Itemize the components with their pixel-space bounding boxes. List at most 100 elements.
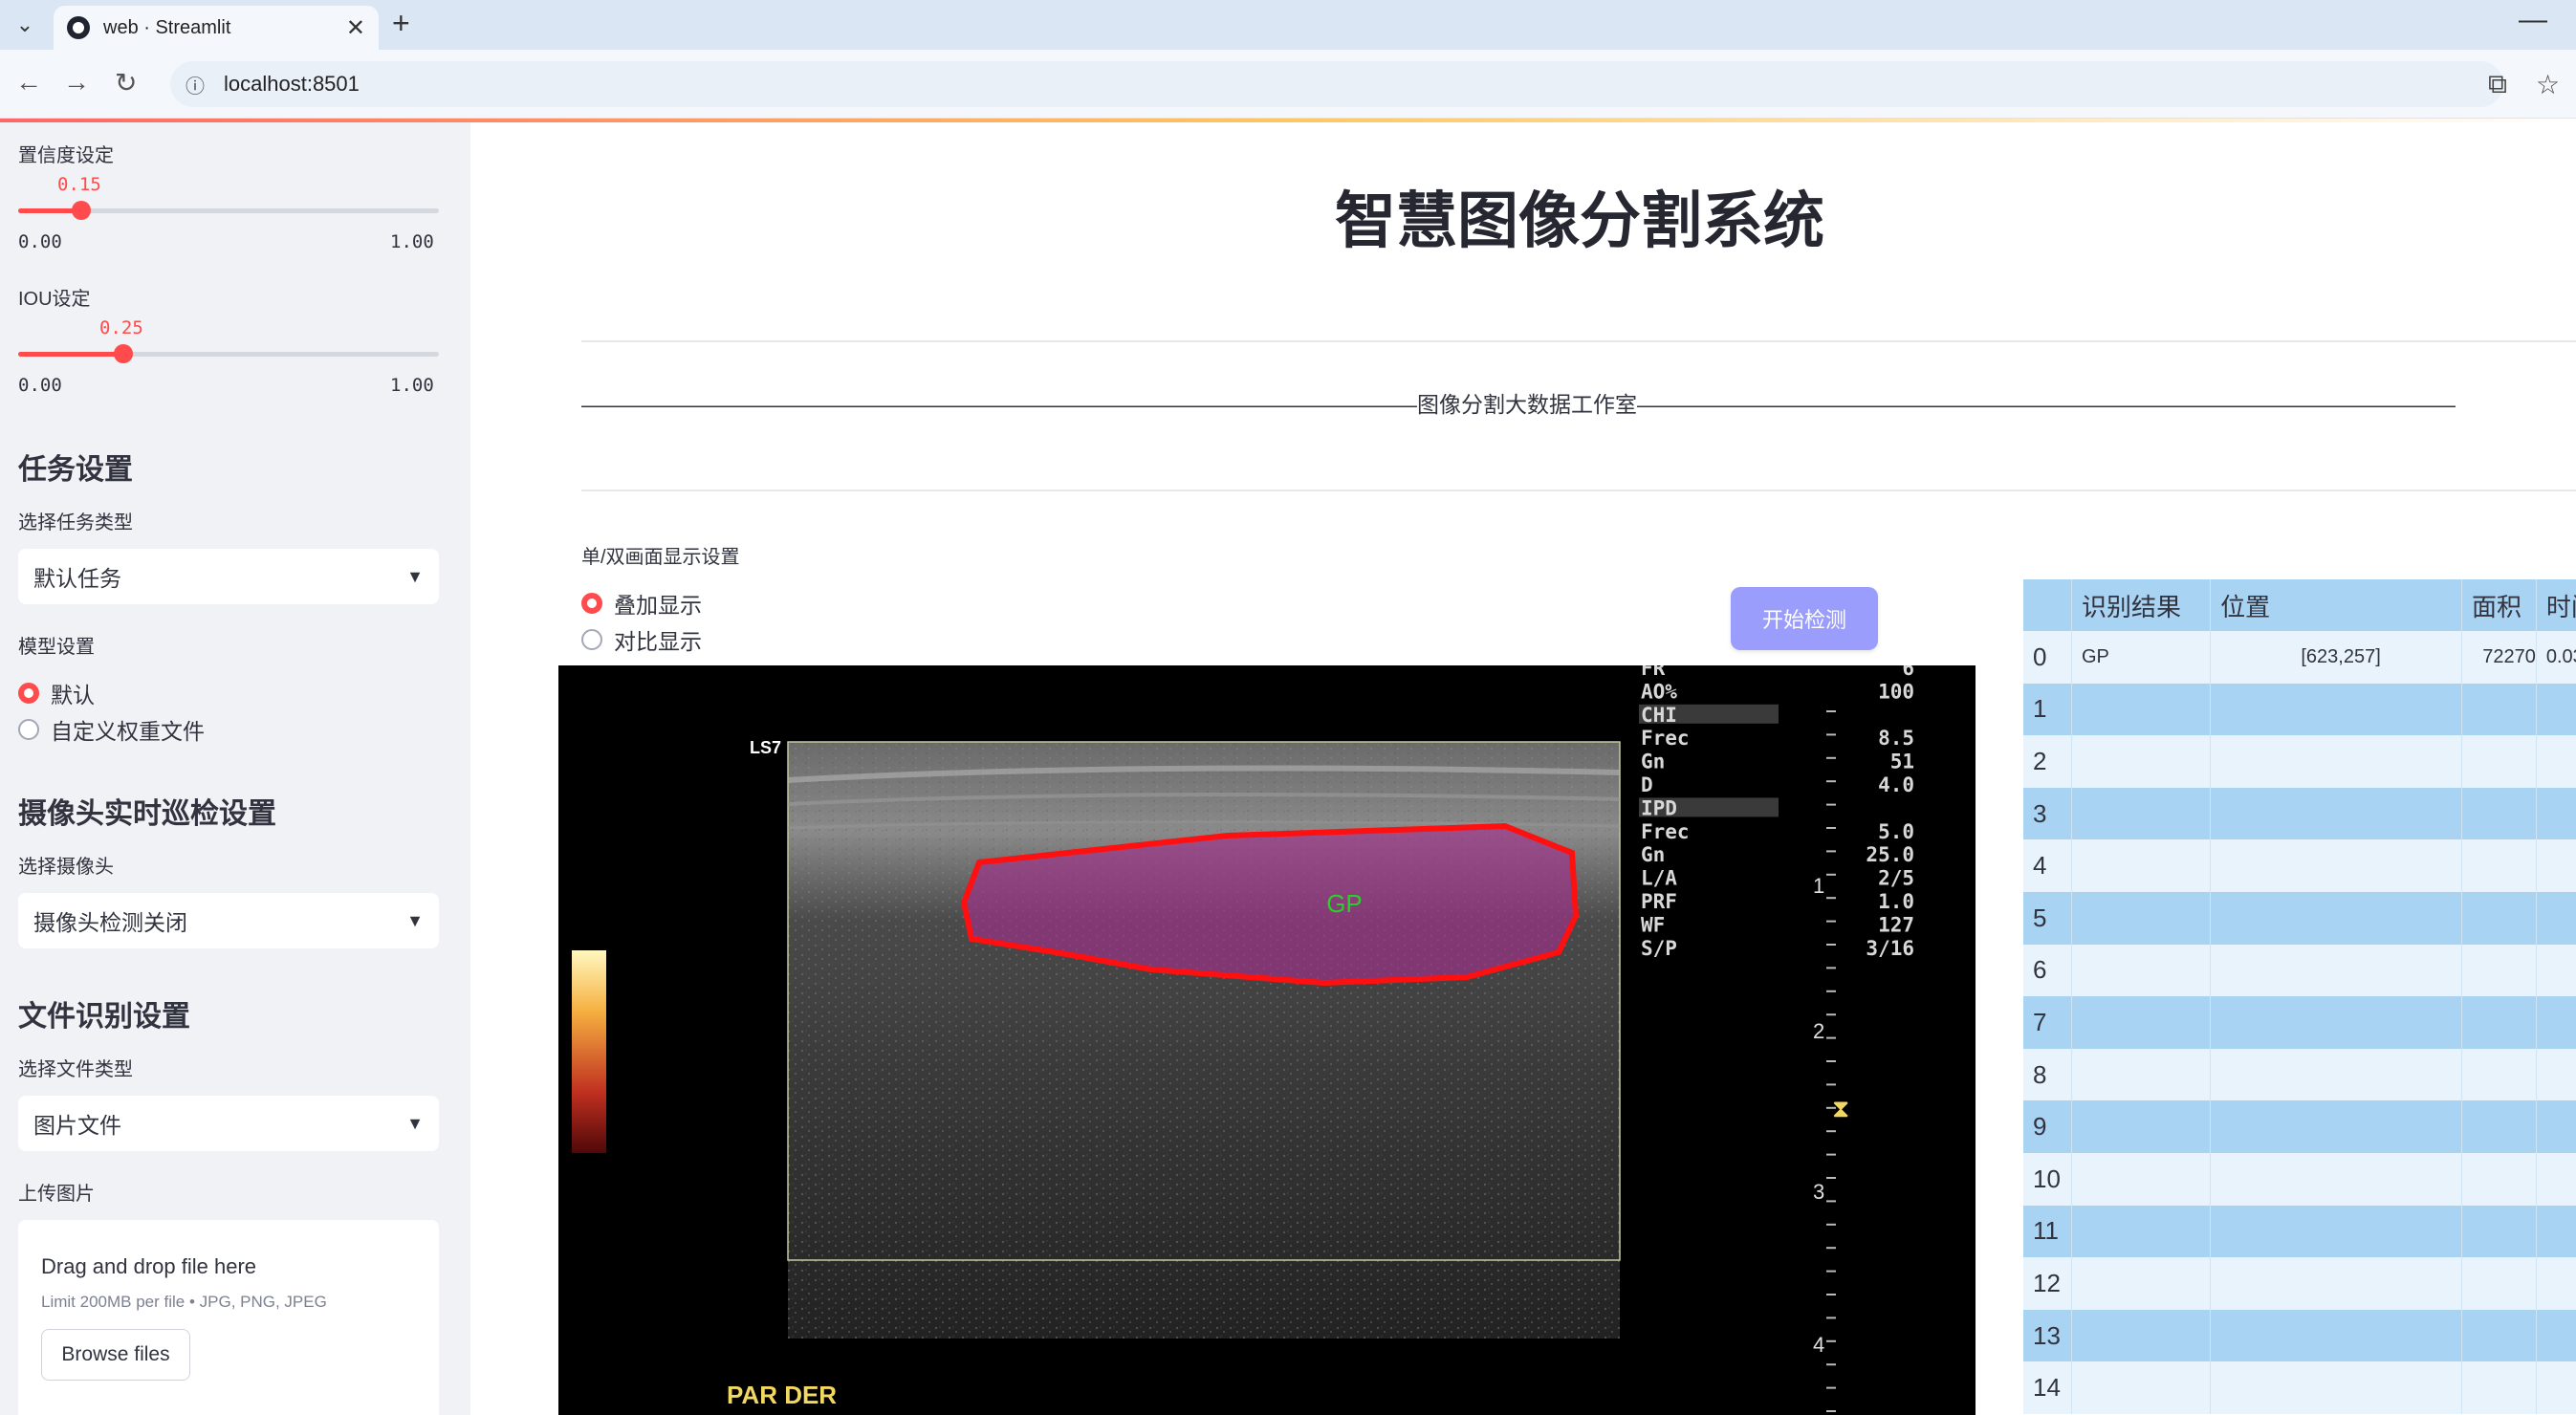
column-header[interactable]: 识别结果 [2071, 579, 2212, 631]
table-cell [2461, 1309, 2537, 1362]
ultrasound-scan: GP LS7 PAR DER FR 6AO% 100CHIFrec 8.5Gn 51D 4… [558, 665, 1976, 1415]
streamlit-favicon-icon [67, 16, 90, 39]
iou-slider-thumb[interactable] [114, 344, 133, 363]
table-row[interactable]: 2 [2023, 735, 2576, 788]
radio-unselected-icon[interactable] [18, 719, 39, 740]
model-option-default[interactable]: 默认 [18, 677, 95, 709]
task-type-select[interactable]: 默认任务 ▼ [18, 549, 439, 604]
display-option-compare[interactable]: 对比显示 [581, 623, 702, 656]
table-row[interactable]: 1 [2023, 683, 2576, 736]
table-row[interactable]: 13 [2023, 1309, 2576, 1362]
table-cell [2071, 735, 2212, 788]
scan-param-key: CHI [1641, 704, 1677, 727]
index-header [2023, 579, 2072, 631]
column-header[interactable]: 时间 [2536, 579, 2576, 631]
window-minimize-icon[interactable]: — [2519, 4, 2547, 36]
bookmark-star-icon[interactable]: ☆ [2536, 69, 2560, 100]
scan-param-value: 2/5 [1878, 867, 1914, 890]
confidence-slider[interactable] [18, 201, 439, 220]
model-option-label: 默认 [51, 683, 95, 708]
camera-value: 摄像头检测关闭 [33, 910, 187, 935]
url-field[interactable]: ⓘ localhost:8501 [170, 61, 2503, 107]
color-scale-bar [572, 950, 606, 1153]
table-cell [2210, 839, 2463, 892]
scan-param-key: WF [1641, 913, 1665, 936]
table-row[interactable]: 14 [2023, 1361, 2576, 1414]
confidence-min: 0.00 [18, 231, 62, 252]
row-index: 5 [2023, 891, 2072, 945]
radio-unselected-icon[interactable] [581, 629, 602, 650]
radio-selected-icon[interactable] [18, 683, 39, 704]
column-header[interactable]: 位置 [2210, 579, 2463, 631]
depth-mark-label: 1 [1813, 874, 1824, 898]
table-cell [2461, 996, 2537, 1049]
table-row[interactable]: 0GP[623,257]722700.03 [2023, 631, 2576, 684]
table-row[interactable]: 9 [2023, 1100, 2576, 1153]
column-header[interactable]: 面积 [2461, 579, 2537, 631]
table-row[interactable]: 4 [2023, 839, 2576, 892]
table-cell [2210, 683, 2463, 736]
table-row[interactable]: 10 [2023, 1152, 2576, 1206]
table-row[interactable]: 11 [2023, 1205, 2576, 1258]
table-cell: GP [2071, 631, 2212, 684]
table-cell [2536, 891, 2576, 945]
table-row[interactable]: 3 [2023, 787, 2576, 840]
start-detection-button[interactable]: 开始检测 [1731, 587, 1878, 650]
table-cell [2071, 1257, 2212, 1310]
radio-selected-icon[interactable] [581, 593, 602, 614]
scan-param-key: AO% [1641, 680, 1677, 703]
confidence-max: 1.00 [390, 231, 434, 252]
tab-close-icon[interactable]: ✕ [346, 14, 365, 42]
confidence-slider-thumb[interactable] [72, 201, 91, 220]
table-cell [2461, 683, 2537, 736]
scan-param-value: 8.5 [1878, 727, 1914, 750]
table-cell [2210, 1152, 2463, 1206]
table-row[interactable]: 5 [2023, 891, 2576, 945]
table-cell [2210, 1100, 2463, 1153]
row-index: 11 [2023, 1205, 2072, 1258]
table-row[interactable]: 8 [2023, 1048, 2576, 1101]
table-row[interactable]: 12 [2023, 1257, 2576, 1310]
model-option-label: 自定义权重文件 [51, 719, 205, 744]
scan-param-value: 25.0 [1866, 843, 1914, 866]
table-cell [2536, 1048, 2576, 1101]
table-cell [2071, 1152, 2212, 1206]
table-cell [2071, 787, 2212, 840]
results-table: 识别结果 位置 面积 时间 0GP[623,257]722700.0312345… [2023, 579, 2576, 1414]
table-cell [2210, 944, 2463, 997]
display-option-overlay[interactable]: 叠加显示 [581, 587, 702, 620]
studio-divider-text: ——————————————————————————————————————图像… [581, 392, 2456, 417]
camera-select[interactable]: 摄像头检测关闭 ▼ [18, 893, 439, 948]
table-cell: 0.03 [2536, 631, 2576, 684]
model-option-custom[interactable]: 自定义权重文件 [18, 713, 205, 746]
scan-param-value: 100 [1878, 680, 1914, 703]
browse-files-button[interactable]: Browse files [41, 1329, 190, 1381]
table-cell [2461, 944, 2537, 997]
display-option-label: 叠加显示 [614, 593, 702, 618]
table-cell [2071, 944, 2212, 997]
depth-mark-label: 4 [1813, 1333, 1824, 1357]
forward-arrow-icon[interactable]: → [63, 67, 90, 98]
table-row[interactable]: 7 [2023, 996, 2576, 1049]
table-cell [2536, 996, 2576, 1049]
site-info-icon[interactable]: ⓘ [186, 71, 205, 98]
new-tab-icon[interactable]: + [392, 6, 410, 41]
iou-slider[interactable] [18, 344, 439, 363]
table-cell [2536, 839, 2576, 892]
table-row[interactable]: 6 [2023, 944, 2576, 997]
back-arrow-icon[interactable]: ← [15, 67, 42, 98]
file-uploader-dropzone[interactable]: Drag and drop file here Limit 200MB per … [18, 1220, 439, 1415]
table-cell [2461, 1257, 2537, 1310]
file-type-select[interactable]: 图片文件 ▼ [18, 1096, 439, 1151]
table-cell [2461, 1361, 2537, 1414]
table-cell: [623,257] [2210, 631, 2463, 684]
reload-icon[interactable]: ↻ [115, 67, 137, 98]
table-cell [2071, 1361, 2212, 1414]
scan-param-key: PRF [1641, 890, 1677, 913]
browser-tab-bar: ⌄ web · Streamlit ✕ + — [0, 0, 2576, 50]
browser-tab[interactable]: web · Streamlit ✕ [54, 6, 379, 50]
sidebar: 置信度设定 0.15 0.00 1.00 IOU设定 0.25 0.00 1.0… [0, 122, 470, 1415]
tab-list-dropdown-icon[interactable]: ⌄ [8, 8, 42, 42]
translate-icon[interactable]: ⧉ [2488, 69, 2507, 100]
segment-class-label: GP [1326, 889, 1363, 918]
